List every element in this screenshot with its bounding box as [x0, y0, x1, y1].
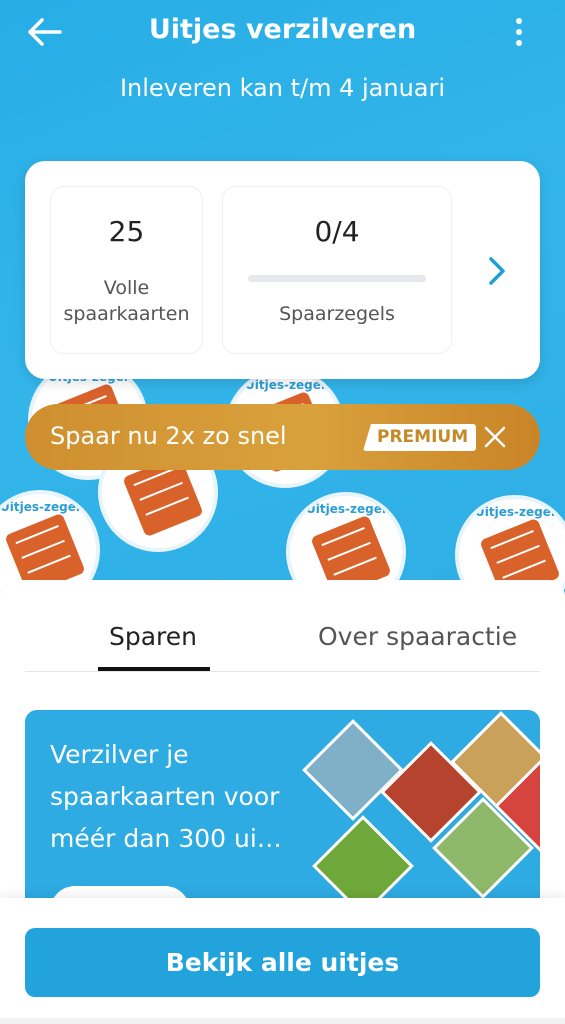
bottom-action-bar: Bekijk alle uitjes — [0, 898, 565, 1024]
premium-promo-banner[interactable]: Spaar nu 2x zo snel PREMIUM — [25, 404, 540, 470]
stamps-count: 0/4 — [314, 215, 360, 248]
active-tab-indicator — [98, 667, 210, 671]
stamp-text: Uitjes-zegel — [306, 502, 386, 516]
banner-title: Verzilver je spaarkaarten voor méér dan … — [50, 740, 282, 853]
promo-close-button[interactable] — [477, 421, 513, 453]
premium-badge: PREMIUM — [363, 424, 477, 451]
system-nav-bar — [0, 1018, 565, 1024]
hero-section: Uitjes-zegel Uitjes-zegel Uitjes-zegel U… — [0, 0, 565, 600]
tab-over-spaaractie[interactable]: Over spaaractie — [318, 622, 517, 651]
tab-sparen[interactable]: Sparen — [109, 622, 197, 651]
stamp-text: Uitjes-zegel — [0, 500, 80, 514]
stamps-box: 0/4 Spaarzegels — [222, 186, 452, 354]
deadline-text: Inleveren kan t/m 4 januari — [119, 74, 446, 102]
full-cards-box: 25 Volle spaarkaarten — [50, 186, 203, 354]
stamp-text: Uitjes-zegel — [475, 505, 555, 519]
more-options-button[interactable] — [509, 16, 529, 48]
more-vertical-icon — [516, 18, 522, 24]
outings-collage-image — [287, 711, 540, 910]
stats-detail-button[interactable] — [477, 249, 517, 293]
outings-banner[interactable]: Verzilver je spaarkaarten voor méér dan … — [25, 710, 540, 910]
close-icon — [484, 426, 506, 448]
chevron-right-icon — [489, 257, 505, 285]
stamps-progress-bar — [248, 275, 426, 282]
collage-tile — [312, 815, 414, 910]
promo-text: Spaar nu 2x zo snel — [50, 422, 287, 450]
view-all-outings-button[interactable]: Bekijk alle uitjes — [25, 928, 540, 997]
stats-card[interactable]: 25 Volle spaarkaarten 0/4 Spaarzegels — [25, 161, 540, 379]
stamps-label: Spaarzegels — [279, 303, 395, 325]
top-app-bar: Uitjes verzilveren — [0, 0, 565, 64]
collage-tile — [302, 719, 404, 821]
tab-bar: Sparen Over spaaractie — [25, 580, 540, 672]
stamp-text: Uitjes-zegel — [245, 378, 325, 392]
full-cards-count: 25 — [108, 215, 145, 248]
full-cards-label: Volle spaarkaarten — [63, 277, 190, 325]
page-title: Uitjes verzilveren — [148, 14, 417, 45]
